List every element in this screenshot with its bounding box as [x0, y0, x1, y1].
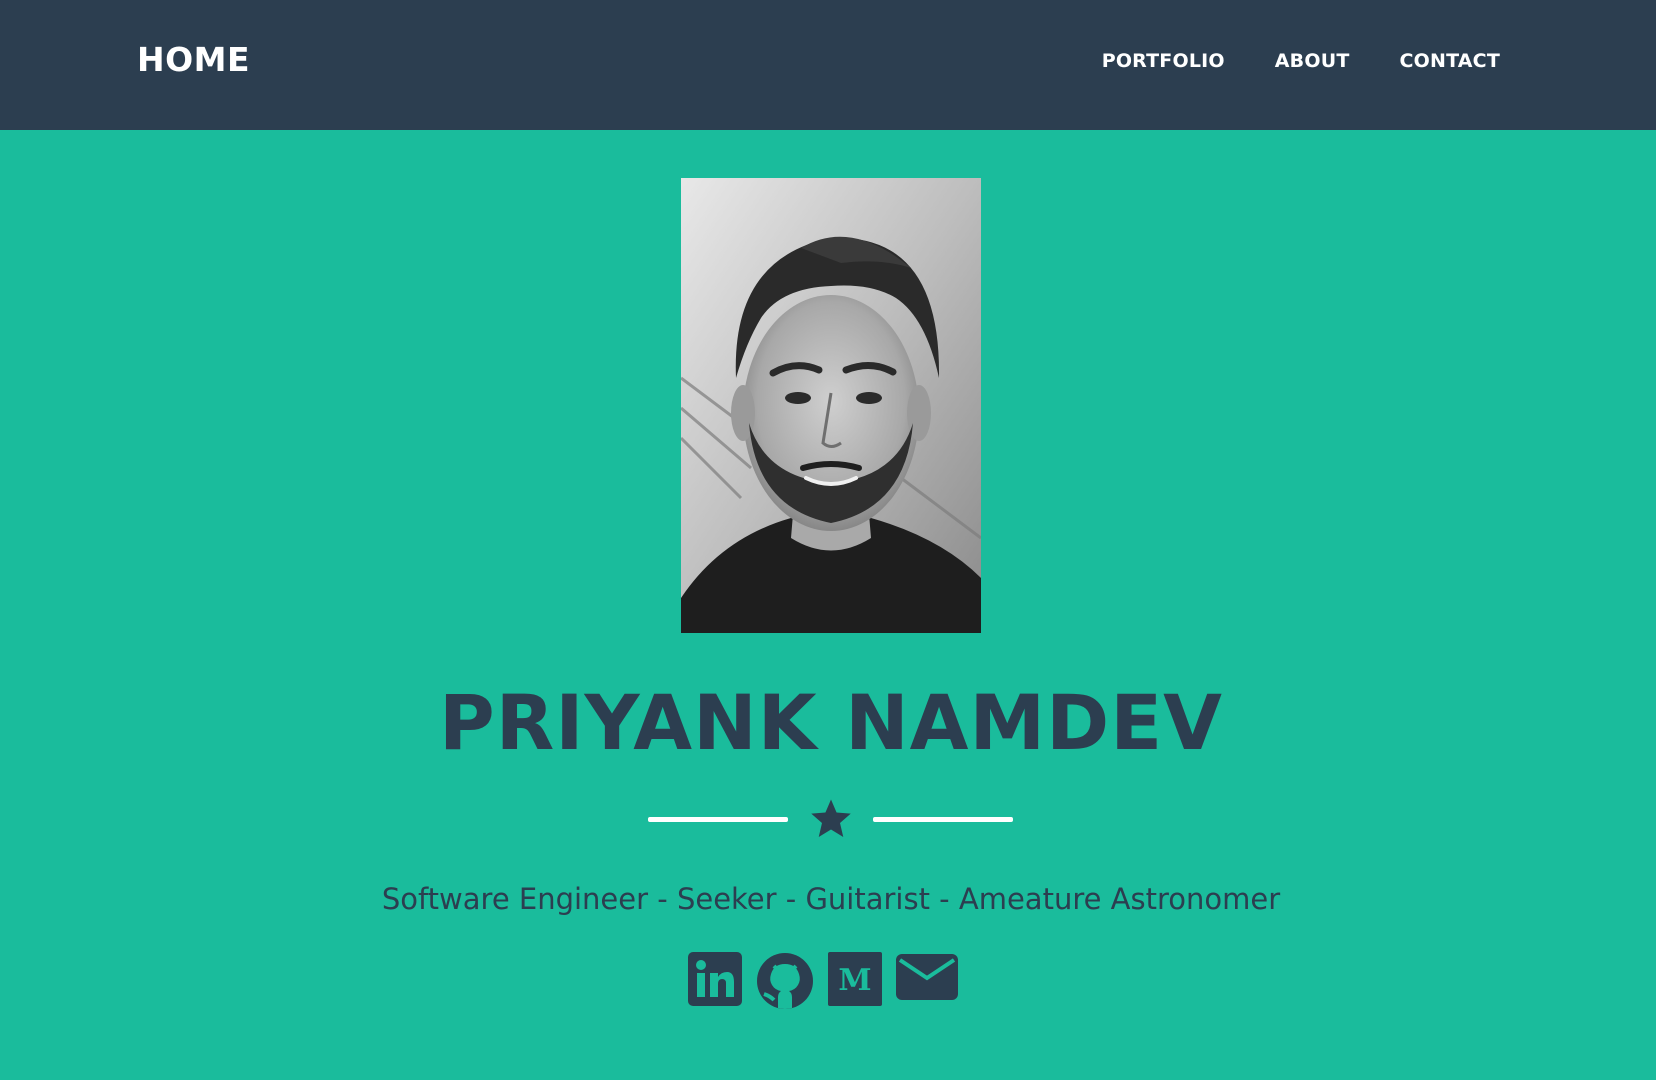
nav-link-contact[interactable]: CONTACT [1400, 50, 1501, 72]
nav-link-about[interactable]: ABOUT [1275, 50, 1350, 72]
linkedin-icon [688, 952, 742, 1006]
profile-photo [681, 178, 981, 633]
github-icon [757, 953, 813, 1009]
divider-line-left [648, 817, 788, 822]
envelope-icon [896, 954, 958, 1000]
linkedin-link[interactable] [688, 952, 742, 1010]
github-link[interactable] [756, 952, 814, 1010]
star-icon [811, 799, 851, 838]
social-links: M [688, 952, 958, 1010]
nav-link-portfolio[interactable]: PORTFOLIO [1102, 50, 1225, 72]
star-divider [648, 796, 1013, 844]
divider-line-right [873, 817, 1013, 822]
tagline: Software Engineer - Seeker - Guitarist -… [381, 882, 1281, 916]
svg-text:M: M [838, 963, 871, 998]
nav-links: PORTFOLIO ABOUT CONTACT [1102, 50, 1500, 72]
home-link[interactable]: HOME [137, 40, 250, 79]
medium-link[interactable]: M [828, 952, 882, 1010]
email-link[interactable] [896, 952, 958, 1010]
profile-name: PRIYANK NAMDEV [439, 678, 1223, 767]
medium-icon: M [828, 952, 882, 1006]
profile-photo-image [681, 178, 981, 633]
navbar: HOME PORTFOLIO ABOUT CONTACT [0, 0, 1656, 130]
